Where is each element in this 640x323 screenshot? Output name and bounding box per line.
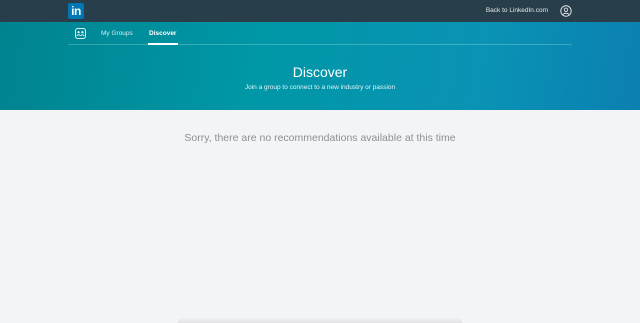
- discover-hero-banner: My Groups Discover Discover Join a group…: [0, 22, 640, 110]
- linkedin-logo[interactable]: in: [68, 3, 84, 19]
- content-card-edge: [178, 317, 462, 323]
- empty-recommendations-message: Sorry, there are no recommendations avai…: [184, 132, 456, 144]
- groups-icon[interactable]: [75, 28, 86, 39]
- back-to-linkedin-link[interactable]: Back to LinkedIn.com: [486, 6, 548, 16]
- tab-discover[interactable]: Discover: [149, 29, 176, 39]
- groups-subnav: My Groups Discover: [68, 22, 572, 45]
- tab-my-groups[interactable]: My Groups: [101, 29, 133, 39]
- user-circle-icon[interactable]: [560, 5, 572, 17]
- top-navigation-bar: in Back to LinkedIn.com: [0, 0, 640, 22]
- active-tab-indicator: [148, 43, 178, 45]
- page-subtitle: Join a group to connect to a new industr…: [244, 84, 396, 91]
- page-title: Discover: [292, 64, 348, 80]
